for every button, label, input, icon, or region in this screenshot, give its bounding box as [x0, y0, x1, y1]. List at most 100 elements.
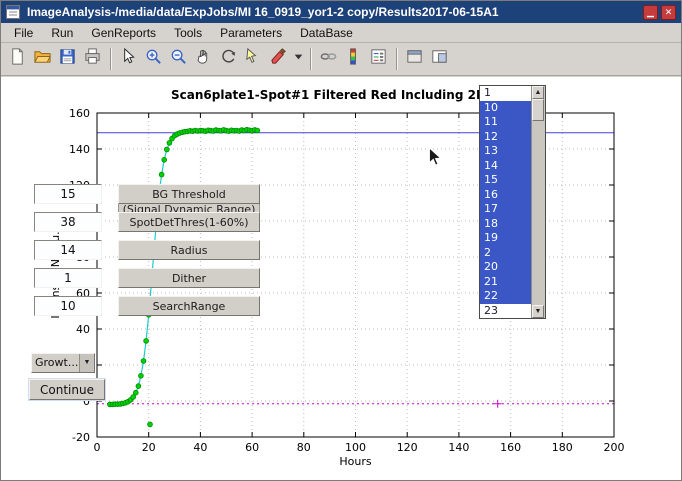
listbox-item-10[interactable]: 10 [480, 101, 531, 116]
menu-file[interactable]: File [5, 24, 42, 42]
open-file-button[interactable] [30, 47, 55, 72]
param-row-dither: Dither [34, 268, 260, 288]
svg-text:80: 80 [297, 441, 311, 454]
rotate-3d-button[interactable] [216, 47, 241, 72]
param-input-radius[interactable] [34, 240, 102, 260]
save-figure-button[interactable] [55, 47, 80, 72]
menu-run[interactable]: Run [42, 24, 82, 42]
listbox-item-11[interactable]: 11 [480, 115, 531, 130]
pan-button[interactable] [191, 47, 216, 72]
link-plot-button[interactable] [316, 47, 341, 72]
rotate-3d-icon [219, 47, 238, 71]
svg-text:Scan6plate1-Spot#1 Filtered Re: Scan6plate1-Spot#1 Filtered Red Includin… [171, 88, 529, 102]
listbox-item-12[interactable]: 12 [480, 130, 531, 145]
svg-text:160: 160 [69, 107, 90, 120]
minimize-button[interactable]: ▁ [643, 5, 658, 20]
svg-text:-20: -20 [72, 431, 90, 444]
menubar: FileRunGenReportsToolsParametersDataBase [1, 23, 681, 43]
insert-colorbar-button[interactable] [341, 47, 366, 72]
close-button[interactable]: ✕ [661, 5, 676, 20]
growth-mode-popup[interactable]: Growt... ▼ [31, 353, 95, 373]
svg-text:120: 120 [397, 441, 418, 454]
hide-plot-tools-icon [405, 47, 424, 71]
zoom-out-icon [169, 47, 188, 71]
data-cursor-icon [244, 47, 263, 71]
new-figure-icon [8, 47, 27, 71]
svg-text:200: 200 [604, 441, 625, 454]
insert-colorbar-icon [344, 47, 363, 71]
param-row-searchrange: SearchRange [34, 296, 260, 316]
listbox-item-13[interactable]: 13 [480, 144, 531, 159]
app-icon [6, 5, 20, 19]
menu-database[interactable]: DataBase [291, 24, 362, 42]
zoom-out-button[interactable] [166, 47, 191, 72]
listbox-item-16[interactable]: 16 [480, 188, 531, 203]
param-row-bg-threshold: BG Threshold [34, 184, 260, 204]
param-button-dither[interactable]: Dither [118, 268, 260, 288]
svg-text:180: 180 [552, 441, 573, 454]
insert-legend-button[interactable] [366, 47, 391, 72]
svg-text:40: 40 [193, 441, 207, 454]
param-button-searchrange[interactable]: SearchRange [118, 296, 260, 316]
listbox-item-23[interactable]: 23 [480, 304, 531, 319]
param-input-bg-threshold[interactable] [34, 184, 102, 204]
continue-button[interactable]: Continue [29, 379, 105, 400]
param-row-radius: Radius [34, 240, 260, 260]
hide-plot-tools-button[interactable] [402, 47, 427, 72]
listbox-scrollbar[interactable]: ▲ ▼ [531, 86, 545, 318]
link-plot-icon [319, 47, 338, 71]
toolbar-separator [310, 48, 311, 70]
edit-plot-icon [119, 47, 138, 71]
param-button-radius[interactable]: Radius [118, 240, 260, 260]
new-figure-button[interactable] [5, 47, 30, 72]
svg-text:140: 140 [69, 143, 90, 156]
print-figure-button[interactable] [80, 47, 105, 72]
param-input-searchrange[interactable] [34, 296, 102, 316]
chevron-down-icon[interactable]: ▼ [79, 354, 94, 372]
listbox-item-15[interactable]: 15 [480, 173, 531, 188]
dock-figure-button[interactable] [427, 47, 452, 72]
menu-parameters[interactable]: Parameters [211, 24, 291, 42]
svg-text:40: 40 [76, 323, 90, 336]
menu-genreports[interactable]: GenReports [82, 24, 165, 42]
edit-plot-button[interactable] [116, 47, 141, 72]
toolbar-separator [110, 48, 111, 70]
param-row-spotdetthres-1-60: SpotDetThres(1-60%) [34, 212, 260, 232]
param-button-spotdetthres-1-60[interactable]: SpotDetThres(1-60%) [118, 212, 260, 232]
param-input-dither[interactable] [34, 268, 102, 288]
listbox-item-21[interactable]: 21 [480, 275, 531, 290]
svg-text:140: 140 [448, 441, 469, 454]
scroll-up-icon[interactable]: ▲ [532, 86, 544, 99]
print-figure-icon [83, 47, 102, 71]
svg-text:160: 160 [500, 441, 521, 454]
param-input-spotdetthres-1-60[interactable] [34, 212, 102, 232]
svg-text:100: 100 [345, 441, 366, 454]
listbox-item-18[interactable]: 18 [480, 217, 531, 232]
listbox-item-1[interactable]: 1 [480, 86, 531, 101]
menu-tools[interactable]: Tools [165, 24, 211, 42]
toolbar [1, 43, 681, 76]
listbox-item-14[interactable]: 14 [480, 159, 531, 174]
scrollbar-thumb[interactable] [532, 99, 544, 121]
listbox-item-22[interactable]: 22 [480, 289, 531, 304]
listbox-item-19[interactable]: 19 [480, 231, 531, 246]
save-figure-icon [58, 47, 77, 71]
titlebar[interactable]: ImageAnalysis-/media/data/ExpJobs/MI 16_… [1, 1, 681, 23]
zoom-in-icon [144, 47, 163, 71]
listbox-item-17[interactable]: 17 [480, 202, 531, 217]
window-title: ImageAnalysis-/media/data/ExpJobs/MI 16_… [27, 5, 499, 19]
window-controls: ▁ ✕ [643, 5, 676, 20]
spot-number-listbox: 110111213141516171819220212223 ▲ ▼ [479, 85, 546, 319]
scroll-down-icon[interactable]: ▼ [532, 305, 544, 318]
figure-canvas: 020406080100120140160180200-200204060801… [1, 77, 682, 481]
open-file-icon [33, 47, 52, 71]
svg-text:Hours: Hours [339, 455, 371, 468]
brush-dropdown-button[interactable] [291, 47, 305, 72]
listbox-item-2[interactable]: 2 [480, 246, 531, 261]
data-cursor-button[interactable] [241, 47, 266, 72]
listbox-item-20[interactable]: 20 [480, 260, 531, 275]
pan-icon [194, 47, 213, 71]
zoom-in-button[interactable] [141, 47, 166, 72]
brush-button[interactable] [266, 47, 291, 72]
param-button-bg-threshold[interactable]: BG Threshold [118, 184, 260, 204]
